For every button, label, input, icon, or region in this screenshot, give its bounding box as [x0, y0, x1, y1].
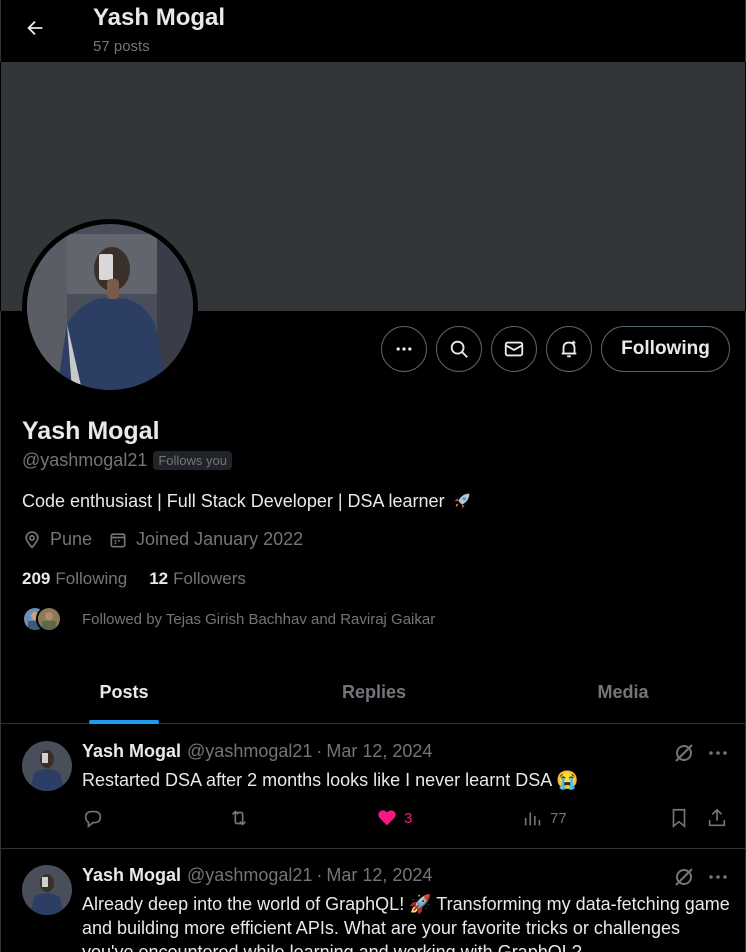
- post-item[interactable]: Yash Mogal @yashmogal21 · Mar 12, 2024 A…: [0, 849, 746, 952]
- post-author-handle[interactable]: @yashmogal21: [187, 741, 312, 762]
- repost-icon: [231, 810, 247, 826]
- join-date-text: Joined January 2022: [136, 529, 304, 549]
- following-button[interactable]: Following: [601, 326, 730, 372]
- bio-text: Code enthusiast | Full Stack Developer |…: [22, 490, 445, 511]
- rocket-emoji: [454, 493, 469, 509]
- header-name: Yash Mogal: [93, 4, 226, 31]
- post-author-handle[interactable]: @yashmogal21: [187, 865, 312, 886]
- share-icon: [708, 808, 726, 827]
- profile-bio: Code enthusiast | Full Stack Developer |…: [22, 490, 473, 512]
- like-button[interactable]: 3: [376, 807, 412, 829]
- heart-icon: [378, 810, 396, 826]
- profile-tabs: Posts Replies Media: [0, 661, 746, 724]
- profile-handle: @yashmogal21: [22, 450, 148, 470]
- location-text: Pune: [50, 529, 93, 549]
- more-options-button[interactable]: [381, 326, 427, 372]
- grok-icon: [675, 744, 693, 762]
- tab-media-label: Media: [597, 682, 649, 702]
- calendar-icon: [110, 532, 126, 547]
- post-author-name[interactable]: Yash Mogal: [82, 865, 181, 886]
- grok-button[interactable]: [672, 865, 696, 894]
- post-more-button[interactable]: [706, 741, 730, 770]
- top-bar: Yash Mogal 57 posts: [0, 0, 746, 62]
- reply-icon: [84, 810, 102, 828]
- follows-you-badge: Follows you: [153, 451, 232, 470]
- post-avatar[interactable]: [22, 741, 72, 791]
- profile-avatar[interactable]: [22, 219, 198, 395]
- back-arrow-icon: [27, 20, 43, 36]
- followed-by-row[interactable]: Followed by Tejas Girish Bachhav and Rav…: [22, 604, 435, 634]
- header-post-count: 57 posts: [93, 38, 150, 55]
- post-more-button[interactable]: [706, 865, 730, 894]
- mutual-avatars: [22, 604, 68, 634]
- post-header: Yash Mogal @yashmogal21 · Mar 12, 2024: [82, 741, 432, 762]
- search-profile-button[interactable]: [436, 326, 482, 372]
- location-icon: [25, 530, 39, 549]
- post-separator: ·: [316, 741, 323, 761]
- post-text: Restarted DSA after 2 months looks like …: [82, 770, 579, 790]
- notifications-button[interactable]: [546, 326, 592, 372]
- post-date[interactable]: Mar 12, 2024: [326, 741, 432, 762]
- share-button[interactable]: [706, 807, 728, 829]
- tab-media[interactable]: Media: [500, 661, 746, 724]
- post-header: Yash Mogal @yashmogal21 · Mar 12, 2024: [82, 865, 432, 886]
- post-item[interactable]: Yash Mogal @yashmogal21 · Mar 12, 2024 R…: [0, 725, 746, 849]
- more-icon: [396, 347, 412, 351]
- active-tab-indicator: [89, 720, 159, 724]
- more-icon: [709, 751, 727, 755]
- reply-button[interactable]: [82, 807, 104, 829]
- bookmark-icon: [672, 808, 686, 829]
- tab-replies[interactable]: Replies: [248, 661, 500, 724]
- views-count: 77: [550, 809, 567, 827]
- post-date[interactable]: Mar 12, 2024: [326, 865, 432, 886]
- message-icon: [504, 341, 524, 357]
- notification-bell-icon: [561, 340, 577, 358]
- followers-count: 12: [149, 569, 169, 588]
- tab-posts[interactable]: Posts: [0, 661, 248, 724]
- following-stat[interactable]: 209 Following: [22, 569, 127, 589]
- following-count: 209: [22, 569, 51, 588]
- profile-meta: Pune Joined January 2022: [22, 529, 319, 550]
- join-date: Joined January 2022: [108, 529, 303, 550]
- tab-replies-label: Replies: [341, 682, 407, 702]
- grok-icon: [675, 868, 693, 886]
- profile-name: Yash Mogal: [22, 417, 160, 445]
- search-icon: [450, 340, 468, 358]
- post-text: Already deep into the world of GraphQL! …: [82, 894, 730, 952]
- repost-button[interactable]: [228, 807, 250, 829]
- followers-label: Followers: [173, 569, 246, 588]
- follow-stats: 209 Following 12 Followers: [22, 569, 268, 589]
- followed-by-text: Followed by Tejas Girish Bachhav and Rav…: [82, 610, 436, 628]
- views-icon: [524, 812, 541, 826]
- post-actions: 3 77: [82, 805, 732, 835]
- tab-posts-label: Posts: [99, 682, 149, 702]
- more-icon: [709, 875, 727, 879]
- views-button[interactable]: 77: [522, 807, 567, 829]
- back-button[interactable]: [17, 10, 53, 46]
- post-author-name[interactable]: Yash Mogal: [82, 741, 181, 762]
- followers-stat[interactable]: 12 Followers: [149, 569, 246, 589]
- message-button[interactable]: [491, 326, 537, 372]
- grok-button[interactable]: [672, 741, 696, 770]
- handle-row: @yashmogal21 Follows you: [22, 450, 232, 471]
- mutual-avatar: [36, 606, 62, 632]
- post-separator: ·: [316, 865, 323, 885]
- bookmark-button[interactable]: [668, 807, 690, 829]
- following-label: Following: [55, 569, 128, 588]
- like-count: 3: [404, 809, 413, 827]
- post-avatar[interactable]: [22, 865, 72, 915]
- location: Pune: [22, 529, 92, 550]
